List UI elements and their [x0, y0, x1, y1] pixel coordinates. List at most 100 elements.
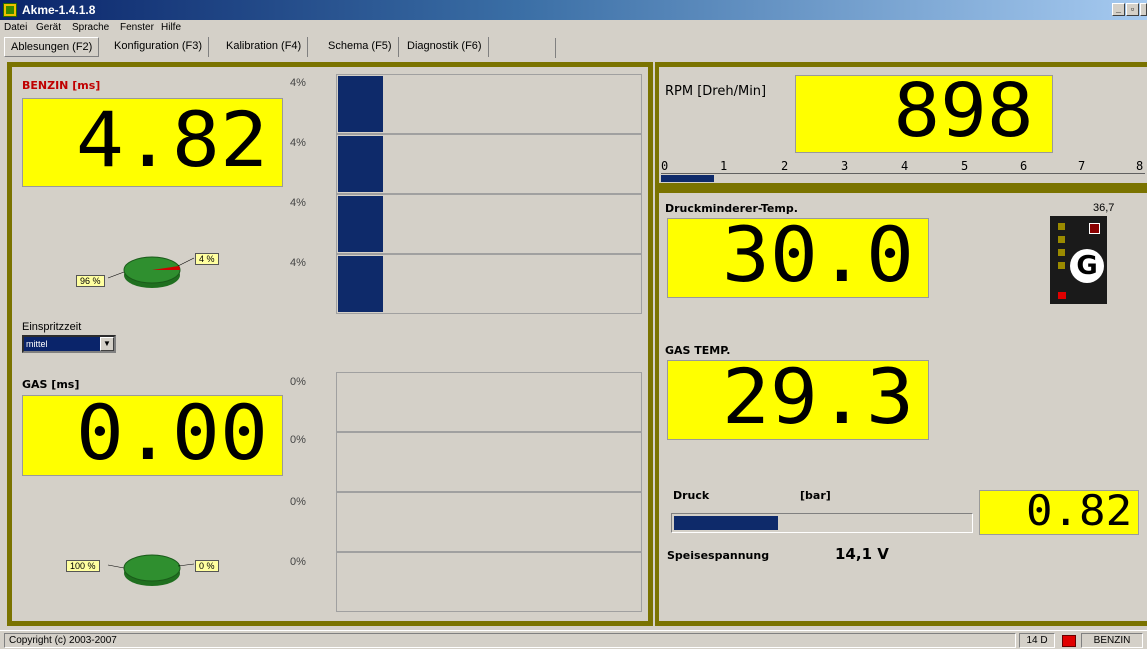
- rpm-tick-2: 2: [781, 159, 789, 173]
- benzin-pie: [107, 256, 195, 288]
- druckminderer-value: 30.0: [721, 218, 914, 298]
- left-panel: BENZIN [ms] 4.82 4% 4% 4% 4% 96 % 4 % Ei…: [12, 67, 648, 621]
- menu-hilfe[interactable]: Hilfe: [161, 22, 181, 33]
- rpm-panel: RPM [Dreh/Min] 898 0 1 2 3 4 5 6 7 8: [659, 67, 1147, 183]
- benzin-bar-2: [336, 134, 642, 194]
- druck-bar: [671, 513, 973, 533]
- chevron-down-icon[interactable]: ▼: [100, 337, 114, 351]
- rpm-scale-line: [661, 173, 1145, 174]
- benzin-value: 4.82: [75, 98, 268, 184]
- rpm-bar-fill: [661, 175, 714, 182]
- status-code: 14 D: [1019, 633, 1055, 648]
- druckminderer-label: Druckminderer-Temp.: [665, 202, 798, 215]
- menu-sprache[interactable]: Sprache: [72, 22, 109, 33]
- temp-panel: Druckminderer-Temp. 36,7 30.0 G GAS TEMP…: [659, 193, 1147, 621]
- led-4: [1058, 262, 1065, 269]
- gas-display: 0.00: [22, 395, 283, 476]
- benzin-bar-3: [336, 194, 642, 254]
- rpm-tick-3: 3: [841, 159, 849, 173]
- gas-bar-stack: [336, 372, 642, 612]
- gas-bar-pct-2: 0%: [290, 434, 306, 446]
- druck-unit: [bar]: [800, 489, 831, 502]
- einspritzzeit-label: Einspritzzeit: [22, 321, 82, 333]
- benzin-label: BENZIN [ms]: [22, 79, 101, 92]
- benzin-bar-1: [336, 74, 642, 134]
- menu-fenster[interactable]: Fenster: [120, 22, 154, 33]
- tab-konfiguration[interactable]: Konfiguration (F3): [108, 37, 210, 57]
- benzin-bar-3-fill: [338, 196, 383, 252]
- rpm-tick-1: 1: [720, 159, 728, 173]
- menu-bar: Datei Gerät Sprache Fenster Hilfe: [0, 20, 1147, 36]
- benzin-bar-4: [336, 254, 642, 314]
- gas-bar-2: [336, 432, 642, 492]
- app-icon: [3, 3, 17, 17]
- tab-ablesungen[interactable]: Ablesungen (F2): [4, 37, 100, 57]
- rpm-label: RPM [Dreh/Min]: [665, 84, 767, 99]
- gas-label: GAS [ms]: [22, 378, 80, 391]
- benzin-pie-left-label: 96 %: [76, 275, 105, 287]
- rpm-scale: 0 1 2 3 4 5 6 7 8: [661, 159, 1145, 173]
- benzin-bar-pct-1: 4%: [290, 77, 306, 89]
- speisespannung-label: Speisespannung: [667, 549, 770, 562]
- benzin-bar-4-fill: [338, 256, 383, 312]
- tab-schema[interactable]: Schema (F5): [322, 37, 399, 57]
- einspritzzeit-select[interactable]: mittel ▼: [22, 335, 116, 353]
- speisespannung-value: 14,1 V: [835, 545, 889, 563]
- rpm-tick-6: 6: [1020, 159, 1028, 173]
- led-1: [1058, 223, 1065, 230]
- menu-geraet[interactable]: Gerät: [36, 22, 61, 33]
- benzin-bar-pct-4: 4%: [290, 257, 306, 269]
- rpm-tick-8: 8: [1136, 159, 1144, 173]
- gas-bar-4: [336, 552, 642, 612]
- gas-indicator: G: [1050, 216, 1107, 304]
- maximize-button[interactable]: ▫: [1126, 3, 1139, 16]
- benzin-display: 4.82: [22, 98, 283, 187]
- gas-pie-right-label: 0 %: [195, 560, 219, 572]
- led-2: [1058, 236, 1065, 243]
- tab-separator: [555, 38, 556, 58]
- rpm-tick-0: 0: [661, 159, 669, 173]
- status-mode: BENZIN: [1081, 633, 1143, 648]
- rpm-value: 898: [893, 75, 1034, 153]
- menu-datei[interactable]: Datei: [4, 22, 27, 33]
- rpm-tick-4: 4: [901, 159, 909, 173]
- druck-label: Druck: [673, 489, 710, 502]
- status-copyright: Copyright (c) 2003-2007: [4, 633, 1016, 648]
- close-button[interactable]: [1140, 3, 1147, 16]
- druck-display: 0.82: [979, 490, 1139, 535]
- gas-g-icon: G: [1070, 249, 1104, 283]
- led-3: [1058, 249, 1065, 256]
- einspritzzeit-selected: mittel: [24, 337, 101, 351]
- rpm-tick-7: 7: [1078, 159, 1086, 173]
- minimize-button[interactable]: _: [1112, 3, 1125, 16]
- title-bar: Akme-1.4.1.8 _ ▫: [0, 0, 1147, 20]
- druck-bar-fill: [674, 516, 778, 530]
- benzin-bar-stack: [336, 74, 642, 314]
- tab-kalibration[interactable]: Kalibration (F4): [220, 37, 309, 57]
- rpm-display: 898: [795, 75, 1053, 153]
- led-top-right: [1089, 223, 1100, 234]
- benzin-bar-2-fill: [338, 136, 383, 192]
- window-title: Akme-1.4.1.8: [22, 3, 96, 17]
- gas-value: 0.00: [75, 395, 268, 476]
- status-bar: Copyright (c) 2003-2007 14 D BENZIN: [0, 630, 1147, 649]
- druck-value: 0.82: [1025, 490, 1132, 535]
- gas-bar-pct-1: 0%: [290, 376, 306, 388]
- druckminderer-max: 36,7: [1093, 202, 1115, 214]
- led-red: [1058, 292, 1066, 299]
- tab-bar: Ablesungen (F2) Konfiguration (F3) Kalib…: [0, 36, 1147, 60]
- status-led: [1062, 635, 1076, 647]
- druckminderer-display: 30.0: [667, 218, 929, 298]
- benzin-bar-pct-3: 4%: [290, 197, 306, 209]
- benzin-bar-pct-2: 4%: [290, 137, 306, 149]
- gas-bar-pct-4: 0%: [290, 556, 306, 568]
- gas-bar-1: [336, 372, 642, 432]
- gas-pie-left-label: 100 %: [66, 560, 100, 572]
- gastemp-display: 29.3: [667, 360, 929, 440]
- gastemp-value: 29.3: [721, 360, 914, 440]
- benzin-bar-1-fill: [338, 76, 383, 132]
- tab-diagnostik[interactable]: Diagnostik (F6): [401, 37, 489, 57]
- rpm-bar-track: [661, 175, 1145, 182]
- gastemp-label: GAS TEMP.: [665, 344, 731, 357]
- gas-bar-pct-3: 0%: [290, 496, 306, 508]
